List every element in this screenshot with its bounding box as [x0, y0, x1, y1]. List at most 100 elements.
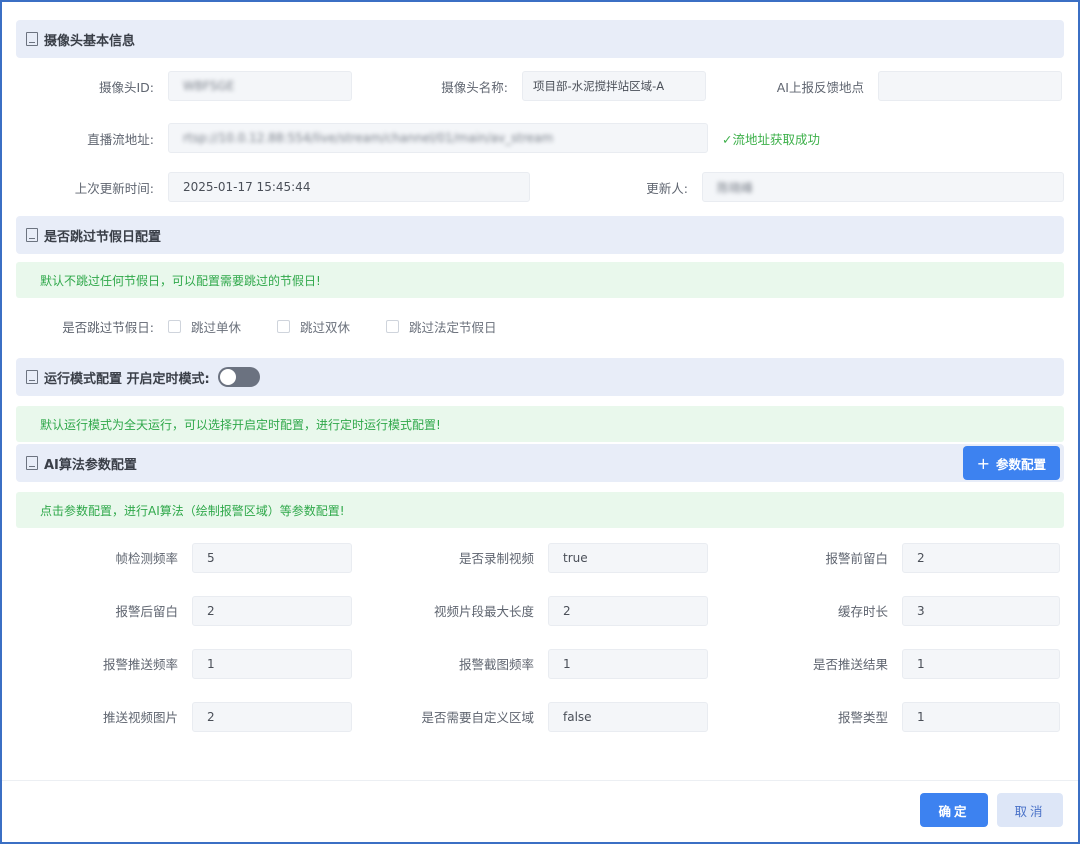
param-label: 报警前留白 — [825, 551, 888, 566]
ai-report-input[interactable] — [878, 71, 1062, 101]
param-field: 视频片段最大长度 2 — [356, 584, 708, 637]
param-label: 是否需要自定义区域 — [421, 710, 534, 725]
camera-name-value: 项目部-水泥搅拌站区域-A — [533, 79, 665, 93]
checkbox-skip-single-rest[interactable]: 跳过单休 — [168, 317, 241, 336]
param-field: 报警后留白 2 — [16, 584, 356, 637]
param-input[interactable]: 3 — [902, 595, 1060, 626]
param-label: 报警类型 — [837, 710, 888, 725]
section-title-wrap: AI算法参数配置 — [26, 454, 137, 473]
section-title: 摄像头基本信息 — [44, 33, 136, 49]
toggle-knob — [219, 369, 236, 385]
stream-url-label: 直播流地址: — [87, 131, 154, 147]
param-input[interactable]: false — [548, 701, 708, 732]
camera-id-label: 摄像头ID: — [98, 79, 154, 95]
basic-row-3: 上次更新时间: 2025-01-17 15:45:44 更新人: 陈晓峰 — [16, 162, 1064, 212]
updater-input[interactable]: 陈晓峰 — [702, 172, 1064, 202]
last-update-label: 上次更新时间: — [74, 180, 154, 196]
section-title: 是否跳过节假日配置 — [44, 229, 162, 245]
dialog-body[interactable]: 摄像头基本信息 摄像头ID: WBFSGE 摄像头名称: 项目部-水泥搅拌站区域… — [16, 20, 1064, 778]
param-label: 是否推送结果 — [812, 657, 888, 672]
book-icon — [26, 370, 38, 384]
holiday-row: 是否跳过节假日: 跳过单休 跳过双休 跳过法定节假日 — [16, 298, 1064, 354]
param-input[interactable]: 1 — [192, 648, 352, 679]
camera-config-dialog: 摄像头基本信息 摄像头ID: WBFSGE 摄像头名称: 项目部-水泥搅拌站区域… — [0, 0, 1080, 844]
param-config-button[interactable]: + 参数配置 — [962, 446, 1060, 480]
param-value: 2 — [563, 603, 571, 618]
param-input[interactable]: 1 — [902, 648, 1060, 679]
param-value: 1 — [917, 656, 925, 671]
param-input[interactable]: 1 — [902, 701, 1060, 732]
checkbox-skip-double-rest[interactable]: 跳过双休 — [277, 317, 350, 336]
param-value: 2 — [207, 603, 215, 618]
param-label: 报警推送频率 — [102, 657, 178, 672]
param-label: 报警截图频率 — [458, 657, 534, 672]
stream-url-input[interactable]: rtsp://10.0.12.88:554/live/stream/channe… — [168, 123, 708, 153]
param-field: 是否推送结果 1 — [708, 637, 1060, 690]
param-input[interactable]: 2 — [192, 701, 352, 732]
param-value: 2 — [917, 550, 925, 565]
param-field: 缓存时长 3 — [708, 584, 1060, 637]
section-algo-header: AI算法参数配置 + 参数配置 — [16, 444, 1064, 482]
stream-url-field: 直播流地址: rtsp://10.0.12.88:554/live/stream… — [16, 123, 708, 153]
timer-mode-toggle[interactable] — [217, 367, 260, 387]
camera-id-value: WBFSGE — [183, 79, 235, 93]
param-value: 1 — [917, 709, 925, 724]
param-input[interactable]: 2 — [902, 542, 1060, 573]
param-field: 是否录制视频 true — [356, 531, 708, 584]
camera-name-input[interactable]: 项目部-水泥搅拌站区域-A — [522, 71, 706, 101]
camera-id-field: 摄像头ID: WBFSGE — [16, 71, 352, 101]
checkbox-box[interactable] — [277, 319, 291, 333]
ai-report-label: AI上报反馈地点 — [776, 79, 864, 95]
param-config-label: 参数配置 — [995, 456, 1046, 472]
dialog-footer: 确定 取消 — [2, 780, 1078, 842]
section-title: AI算法参数配置 — [44, 457, 137, 473]
holiday-label: 是否跳过节假日: — [62, 319, 154, 335]
algo-param-grid: 帧检测频率 5 是否录制视频 true 报警前留白 2 报警后留白 2 视频片段… — [16, 531, 1064, 743]
param-field: 报警前留白 2 — [708, 531, 1060, 584]
param-input[interactable]: 1 — [548, 648, 708, 679]
checkbox-label: 跳过双休 — [300, 319, 351, 335]
cancel-button[interactable]: 取消 — [997, 793, 1063, 827]
camera-name-field: 摄像头名称: 项目部-水泥搅拌站区域-A — [352, 71, 706, 101]
param-label: 缓存时长 — [837, 604, 888, 619]
last-update-field: 上次更新时间: 2025-01-17 15:45:44 — [16, 172, 530, 202]
param-field: 是否需要自定义区域 false — [356, 690, 708, 743]
param-field: 报警推送频率 1 — [16, 637, 356, 690]
param-label: 视频片段最大长度 — [433, 604, 534, 619]
holiday-checkbox-group: 跳过单休 跳过双休 跳过法定节假日 — [168, 317, 533, 336]
param-value: 1 — [207, 656, 215, 671]
param-input[interactable]: 2 — [192, 595, 352, 626]
last-update-input[interactable]: 2025-01-17 15:45:44 — [168, 172, 530, 202]
checkbox-skip-legal-holiday[interactable]: 跳过法定节假日 — [386, 317, 497, 336]
checkbox-label: 跳过法定节假日 — [409, 319, 497, 335]
param-label: 是否录制视频 — [458, 551, 534, 566]
algo-notice: 点击参数配置，进行AI算法（绘制报警区域）等参数配置! — [16, 492, 1064, 528]
param-input[interactable]: 2 — [548, 595, 708, 626]
param-value: 5 — [207, 550, 215, 565]
section-title: 运行模式配置 开启定时模式: — [44, 371, 210, 387]
camera-id-input[interactable]: WBFSGE — [168, 71, 352, 101]
param-input[interactable]: true — [548, 542, 708, 573]
param-label: 推送视频图片 — [102, 710, 178, 725]
basic-row-2: 直播流地址: rtsp://10.0.12.88:554/live/stream… — [16, 114, 1064, 162]
param-label: 帧检测频率 — [115, 551, 178, 566]
section-run-mode-header: 运行模式配置 开启定时模式: — [16, 358, 1064, 396]
checkbox-box[interactable] — [386, 319, 400, 333]
stream-url-value: rtsp://10.0.12.88:554/live/stream/channe… — [183, 131, 554, 145]
book-icon — [26, 456, 38, 470]
param-field: 帧检测频率 5 — [16, 531, 356, 584]
basic-row-1: 摄像头ID: WBFSGE 摄像头名称: 项目部-水泥搅拌站区域-A AI上报反… — [16, 58, 1064, 114]
checkbox-box[interactable] — [168, 319, 181, 333]
updater-value: 陈晓峰 — [717, 180, 754, 195]
updater-label: 更新人: — [646, 180, 688, 196]
param-field: 报警类型 1 — [708, 690, 1060, 743]
plus-icon: + — [976, 453, 990, 473]
param-field: 推送视频图片 2 — [16, 690, 356, 743]
param-value: 3 — [917, 603, 925, 618]
last-update-value: 2025-01-17 15:45:44 — [183, 180, 311, 194]
confirm-button[interactable]: 确定 — [920, 793, 988, 827]
holiday-notice: 默认不跳过任何节假日，可以配置需要跳过的节假日! — [16, 262, 1064, 298]
param-input[interactable]: 5 — [192, 542, 352, 573]
stream-url-status: ✓流地址获取成功 — [722, 131, 820, 147]
section-holiday-header: 是否跳过节假日配置 — [16, 216, 1064, 254]
